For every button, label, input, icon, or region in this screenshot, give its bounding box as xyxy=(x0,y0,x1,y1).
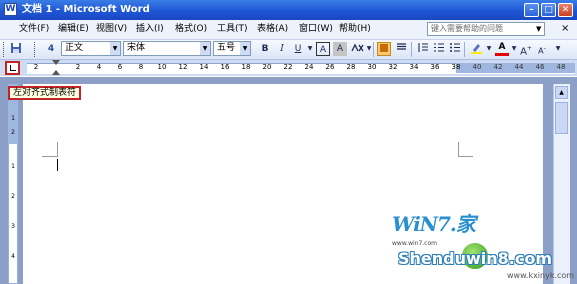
numbering-icon[interactable] xyxy=(432,42,446,56)
ruler-number: 28 xyxy=(346,63,356,71)
margin-corner-mark xyxy=(458,142,459,157)
chevron-down-icon[interactable]: ▼ xyxy=(200,42,210,55)
chevron-down-icon[interactable]: ▼ xyxy=(303,42,317,56)
chevron-down-icon[interactable]: ▼ xyxy=(110,42,120,55)
ruler-number: 20 xyxy=(262,63,272,71)
separator xyxy=(464,42,465,57)
menu-help[interactable]: 帮助(H) xyxy=(339,23,371,35)
minimize-button[interactable]: – xyxy=(524,3,539,17)
font-size-select[interactable]: 五号 ▼ xyxy=(213,41,251,56)
menu-file[interactable]: 文件(F) xyxy=(19,23,49,35)
separator xyxy=(373,42,374,57)
ruler-number: 8 xyxy=(138,63,144,71)
font-value: 宋体 xyxy=(127,43,146,53)
bold-button[interactable]: B xyxy=(258,42,272,56)
bullets-icon[interactable] xyxy=(448,42,462,56)
watermark-site: Shenduwin8.com xyxy=(398,249,553,268)
font-size-value: 五号 xyxy=(217,43,236,53)
style-value: 正文 xyxy=(65,43,84,53)
toolbar-grip[interactable] xyxy=(34,42,37,57)
chevron-down-icon[interactable]: ▼ xyxy=(240,42,250,55)
save-icon[interactable] xyxy=(9,42,23,56)
vertical-ruler-number: 1 xyxy=(11,115,15,122)
help-search-input[interactable]: 键入需要帮助的问题 xyxy=(427,22,545,36)
maximize-button[interactable]: □ xyxy=(541,3,556,17)
menu-window[interactable]: 窗口(W) xyxy=(299,23,333,35)
ruler-number: 42 xyxy=(493,63,503,71)
ruler-number: 2 xyxy=(33,63,39,71)
ruler-number: 38 xyxy=(451,63,461,71)
tab-selector-button[interactable] xyxy=(5,61,20,75)
ruler-number: 14 xyxy=(199,63,209,71)
document-close-button[interactable]: × xyxy=(561,22,569,35)
window-title: 文档 1 - Microsoft Word xyxy=(22,4,150,15)
ruler-number: 34 xyxy=(409,63,419,71)
watermark-subtitle: www.win7.com xyxy=(392,240,437,247)
char-border-button[interactable]: A xyxy=(316,42,330,56)
chevron-down-icon[interactable]: ▼ xyxy=(536,22,541,36)
scroll-up-button[interactable]: ▲ xyxy=(555,86,568,99)
line-spacing-icon[interactable] xyxy=(416,42,430,56)
first-line-indent-marker[interactable] xyxy=(52,60,60,65)
menu-insert[interactable]: 插入(I) xyxy=(136,23,164,35)
tab-selector-tooltip: 左对齐式制表符 xyxy=(8,86,82,100)
ruler-number: 30 xyxy=(367,63,377,71)
menu-edit[interactable]: 编辑(E) xyxy=(58,23,89,35)
justify-icon[interactable] xyxy=(394,42,408,56)
margin-corner-mark xyxy=(458,156,473,157)
ruler-number: 10 xyxy=(157,63,167,71)
grow-font-button[interactable]: A+ xyxy=(519,42,533,58)
italic-button[interactable]: I xyxy=(275,42,289,56)
vertical-ruler-number: 2 xyxy=(11,193,15,200)
vertical-ruler-number: 2 xyxy=(11,129,15,136)
watermark-brand: WiN7.家 xyxy=(392,212,476,236)
vertical-scrollbar[interactable]: ▲ xyxy=(553,84,570,284)
shrink-font-button[interactable]: A- xyxy=(535,42,549,56)
separator xyxy=(411,42,412,57)
ruler-number: 24 xyxy=(304,63,314,71)
char-shade-button[interactable]: A xyxy=(333,42,347,56)
vertical-ruler-number: 4 xyxy=(11,253,15,260)
ruler-number: 32 xyxy=(388,63,398,71)
close-button[interactable]: ✕ xyxy=(558,3,573,17)
text-cursor xyxy=(57,159,58,171)
ruler-number: 22 xyxy=(283,63,293,71)
hanging-indent-marker[interactable] xyxy=(52,70,60,75)
menu-tools[interactable]: 工具(T) xyxy=(217,23,248,35)
ruler-number: 44 xyxy=(514,63,524,71)
toolbar-options-icon[interactable]: ▼ xyxy=(551,42,565,56)
ruler-number: 12 xyxy=(178,63,188,71)
ruler-number: 36 xyxy=(430,63,440,71)
toolbar-grip[interactable] xyxy=(3,42,6,57)
menu-table[interactable]: 表格(A) xyxy=(257,23,288,35)
watermark-url: www.kxinyk.com xyxy=(507,271,575,280)
left-tab-icon xyxy=(10,65,16,71)
scrollbar-thumb[interactable] xyxy=(555,102,568,134)
ruler-number: 18 xyxy=(241,63,251,71)
vertical-ruler-number: 3 xyxy=(11,223,15,230)
grow-font-label: A xyxy=(520,46,527,58)
ruler-number: 48 xyxy=(556,63,566,71)
ruler-number: 16 xyxy=(220,63,230,71)
ruler-number: 46 xyxy=(535,63,545,71)
ruler-number: 4 xyxy=(96,63,102,71)
chevron-down-icon[interactable]: ▼ xyxy=(482,42,496,56)
style-select[interactable]: 正文 ▼ xyxy=(61,41,121,56)
margin-corner-mark xyxy=(57,142,58,157)
margin-corner-mark xyxy=(42,156,57,157)
ruler-number: 26 xyxy=(325,63,335,71)
font-select[interactable]: 宋体 ▼ xyxy=(123,41,211,56)
menu-format[interactable]: 格式(O) xyxy=(175,23,207,35)
align-left-icon[interactable] xyxy=(377,42,391,56)
ruler-number: 6 xyxy=(117,63,123,71)
ruler-number: 40 xyxy=(472,63,482,71)
menu-view[interactable]: 视图(V) xyxy=(96,23,127,35)
style-icon[interactable]: 4 xyxy=(44,42,58,56)
vertical-ruler-number: 1 xyxy=(11,163,15,170)
highlight-icon[interactable] xyxy=(469,42,483,56)
word-app-icon[interactable]: W xyxy=(4,3,17,16)
ruler-number: 2 xyxy=(75,63,81,71)
